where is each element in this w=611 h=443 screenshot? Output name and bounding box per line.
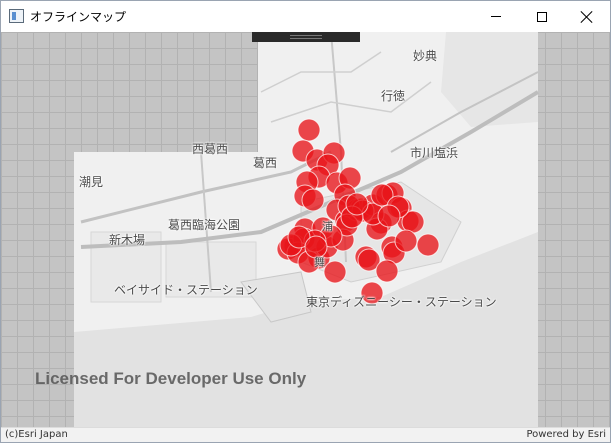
map-point-marker[interactable]: [377, 204, 401, 228]
map-point-marker[interactable]: [416, 233, 440, 257]
map-point-marker[interactable]: [394, 229, 418, 253]
map-point-marker[interactable]: [345, 192, 369, 216]
close-icon: [581, 11, 593, 23]
app-window-icon: [9, 9, 24, 23]
title-bar[interactable]: オフラインマップ: [1, 1, 610, 32]
app-window: オフラインマップ 妙典 行徳 西葛西 葛西 市川塩浜 潮見 葛西臨海公園 新木場…: [0, 0, 611, 443]
place-label: 葛西: [253, 156, 278, 170]
place-label: 行徳: [381, 89, 406, 103]
attribution-powered-by[interactable]: Powered by Esri: [526, 429, 606, 440]
attribution-bar: (c)Esri Japan Powered by Esri: [1, 427, 610, 442]
panel-drag-handle[interactable]: [252, 32, 360, 42]
map-point-marker[interactable]: [297, 118, 321, 142]
map-point-marker[interactable]: [301, 188, 325, 212]
place-label: 市川塩浜: [410, 146, 459, 160]
attribution-copyright: (c)Esri Japan: [5, 429, 68, 440]
place-label: 浦: [322, 220, 333, 233]
map-point-marker[interactable]: [323, 260, 347, 284]
minimize-button[interactable]: [473, 1, 519, 32]
minimize-icon: [491, 16, 501, 17]
developer-watermark: Licensed For Developer Use Only: [35, 369, 307, 388]
place-label: 西葛西: [192, 142, 229, 156]
map-view[interactable]: 妙典 行徳 西葛西 葛西 市川塩浜 潮見 葛西臨海公園 新木場 浦 舞 ベイサイ…: [1, 32, 610, 428]
maximize-icon: [537, 11, 547, 22]
place-label: 東京ディズニーシー・ステーション: [306, 295, 497, 309]
place-label: 葛西臨海公園: [168, 218, 241, 232]
maximize-button[interactable]: [519, 1, 565, 32]
place-label: 妙典: [413, 49, 438, 63]
place-label: 新木場: [109, 233, 146, 247]
map-point-marker[interactable]: [375, 259, 399, 283]
place-label: 潮見: [79, 175, 104, 189]
close-button[interactable]: [564, 1, 610, 32]
place-label: ベイサイド・ステーション: [114, 283, 258, 297]
place-label: 舞: [314, 256, 325, 269]
window-title: オフラインマップ: [30, 10, 127, 24]
